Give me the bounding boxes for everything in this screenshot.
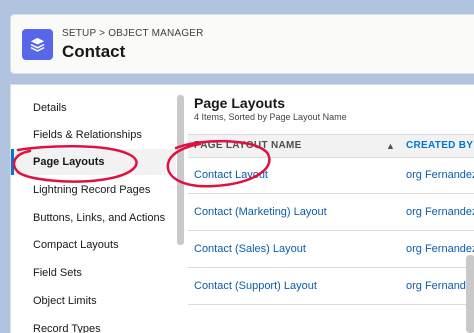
table-row: Contact (Marketing) Layout org Fernandez…: [188, 194, 474, 231]
main-scrollbar[interactable]: [466, 255, 474, 333]
column-header-created-by[interactable]: CREATED BY: [406, 135, 473, 157]
created-by-link[interactable]: org Fernandez,: [406, 157, 474, 193]
sidebar-item-buttons-links-actions[interactable]: Buttons, Links, and Actions: [11, 205, 176, 231]
created-by-link[interactable]: org Fernandez,: [406, 231, 474, 267]
created-by-link[interactable]: org Fernandez,: [406, 268, 474, 304]
sidebar-item-field-sets[interactable]: Field Sets: [11, 260, 176, 286]
table-row: Contact Layout org Fernandez,: [188, 157, 474, 194]
breadcrumb-setup[interactable]: SETUP: [62, 28, 96, 39]
section-title: Page Layouts: [194, 95, 286, 111]
sidebar-item-lightning-record-pages[interactable]: Lightning Record Pages: [11, 177, 176, 203]
page-title: Contact: [62, 42, 126, 61]
sidebar-item-details[interactable]: Details: [11, 95, 176, 121]
object-header: SETUP > OBJECT MANAGER Contact: [10, 14, 474, 74]
sidebar-item-page-layouts[interactable]: Page Layouts: [11, 149, 176, 175]
sidebar: Details Fields & Relationships Page Layo…: [11, 85, 176, 333]
table-row: Contact (Sales) Layout org Fernandez,: [188, 231, 474, 268]
section-subtitle: 4 Items, Sorted by Page Layout Name: [194, 112, 347, 122]
breadcrumb-separator: >: [99, 28, 106, 39]
table-row: Contact (Support) Layout org Fernandez,: [188, 268, 474, 305]
created-by-link[interactable]: org Fernandez,: [406, 194, 474, 230]
main-panel: Page Layouts 4 Items, Sorted by Page Lay…: [188, 85, 474, 333]
layers-icon: [22, 29, 53, 60]
sidebar-item-compact-layouts[interactable]: Compact Layouts: [11, 232, 176, 258]
column-header-page-layout-name[interactable]: PAGE LAYOUT NAME: [194, 135, 302, 157]
sort-up-arrow-icon[interactable]: ▲: [386, 135, 395, 157]
sidebar-item-record-types[interactable]: Record Types: [11, 316, 176, 333]
breadcrumb: SETUP > OBJECT MANAGER: [62, 28, 204, 39]
sidebar-item-object-limits[interactable]: Object Limits: [11, 288, 176, 314]
content-panel: Details Fields & Relationships Page Layo…: [10, 84, 474, 333]
page-layout-link[interactable]: Contact (Support) Layout: [194, 268, 317, 304]
breadcrumb-object-manager[interactable]: OBJECT MANAGER: [108, 28, 203, 39]
sidebar-item-fields-relationships[interactable]: Fields & Relationships: [11, 122, 176, 148]
sidebar-scrollbar[interactable]: [177, 95, 184, 245]
table-header: PAGE LAYOUT NAME ▲ CREATED BY: [188, 134, 474, 158]
page-layout-link[interactable]: Contact (Sales) Layout: [194, 231, 306, 267]
page-layout-link[interactable]: Contact (Marketing) Layout: [194, 194, 327, 230]
page-layout-link[interactable]: Contact Layout: [194, 157, 268, 193]
